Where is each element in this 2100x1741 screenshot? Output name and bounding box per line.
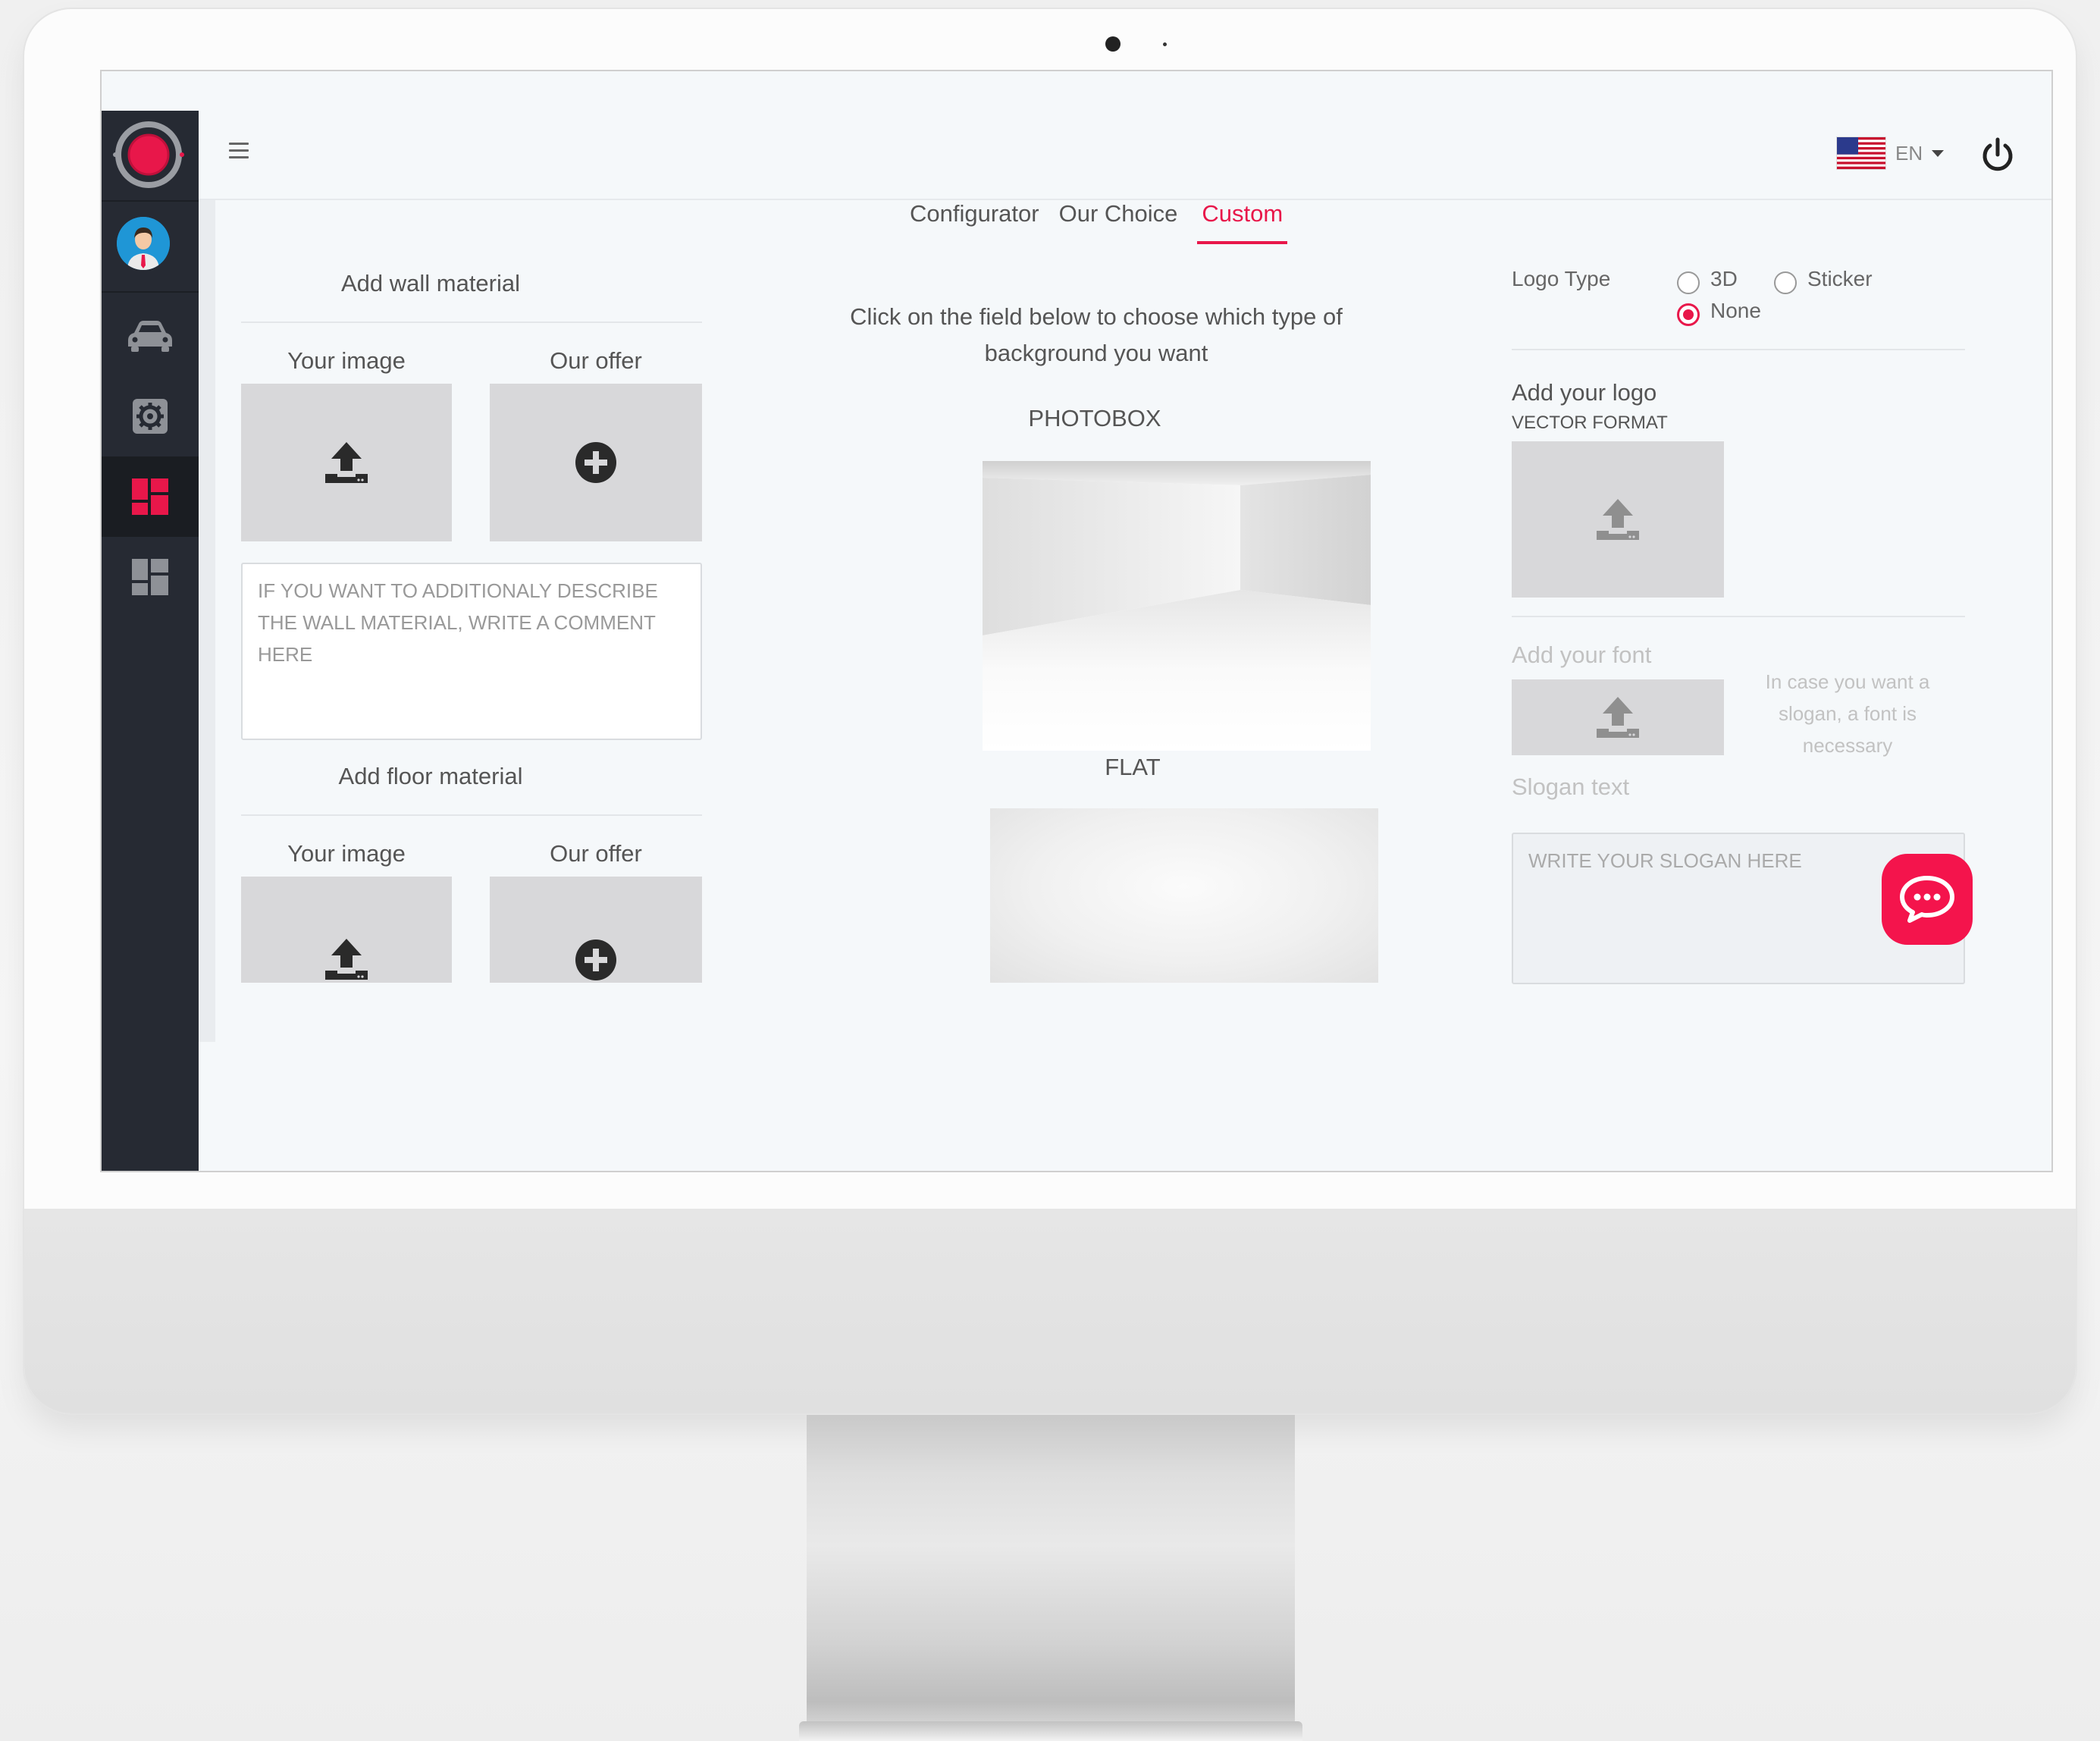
- divider: [241, 322, 702, 323]
- layout-icon: [132, 559, 168, 595]
- floor-offer-tile[interactable]: [490, 877, 702, 983]
- add-font-label: Add your font: [1512, 642, 1652, 668]
- flat-background-option[interactable]: [990, 808, 1378, 983]
- sidebar-item-dashboard[interactable]: [102, 456, 199, 537]
- photobox-label: PHOTOBOX: [1028, 405, 1161, 431]
- wall-material-title: Add wall material: [340, 270, 521, 296]
- logo-type-3d-radio[interactable]: [1677, 271, 1700, 294]
- sidebar: [102, 111, 199, 1171]
- plus-circle-icon: [575, 442, 616, 483]
- floor-material-title: Add floor material: [338, 763, 523, 789]
- font-hint: In case you want a slogan, a font is nec…: [1765, 670, 1930, 757]
- wall-your-image-label: Your image: [287, 347, 406, 374]
- tab-configurator[interactable]: Configurator: [910, 200, 1039, 244]
- top-bar: EN: [199, 111, 2051, 200]
- slogan-text-label: Slogan text: [1512, 773, 1630, 800]
- user-avatar-icon: [117, 217, 170, 270]
- app-logo-icon[interactable]: [112, 118, 185, 191]
- upload-icon: [325, 939, 368, 980]
- tab-bar: Configurator Our Choice Custom: [910, 200, 1288, 244]
- chat-icon: [1900, 876, 1954, 923]
- font-upload-tile[interactable]: [1512, 679, 1724, 755]
- upload-icon: [325, 442, 368, 483]
- settings-icon: [133, 399, 168, 434]
- wall-our-offer-label: Our offer: [550, 347, 642, 374]
- divider: [1512, 349, 1965, 350]
- photobox-background-option[interactable]: [983, 461, 1371, 751]
- monitor-frame: EN Configurator Our Choice Custom Add wa…: [24, 9, 2076, 1413]
- logo-type-sticker-label: Sticker: [1807, 267, 1873, 290]
- monitor-stand: [807, 1415, 1295, 1741]
- sidebar-item-settings[interactable]: [102, 376, 199, 456]
- plus-circle-icon: [575, 940, 616, 980]
- logo-upload-tile[interactable]: [1512, 441, 1724, 598]
- upload-icon: [1597, 697, 1639, 738]
- floor-our-offer-label: Our offer: [550, 840, 642, 867]
- language-code: EN: [1895, 141, 1923, 165]
- photobox-preview: [983, 461, 1371, 751]
- power-icon[interactable]: [1979, 136, 2017, 174]
- tab-our-choice[interactable]: Our Choice: [1059, 200, 1178, 244]
- dashboard-icon: [132, 478, 168, 515]
- wall-offer-tile[interactable]: [490, 384, 702, 541]
- monitor-stand-foot: [799, 1721, 1302, 1741]
- logo-type-label: Logo Type: [1512, 267, 1611, 290]
- floor-upload-tile[interactable]: [241, 877, 452, 983]
- divider: [1512, 616, 1965, 617]
- wall-upload-tile[interactable]: [241, 384, 452, 541]
- us-flag-icon: [1836, 136, 1886, 170]
- vector-format-label: VECTOR FORMAT: [1512, 413, 1668, 433]
- camera: [1105, 36, 1121, 52]
- content-gutter: [199, 200, 215, 1042]
- wall-comment-textarea[interactable]: IF YOU WANT TO ADDITIONALY DESCRIBE THE …: [241, 563, 702, 740]
- monitor-chin: [24, 1209, 2076, 1413]
- logo-type-3d-label: 3D: [1710, 267, 1738, 290]
- camera-sensor: [1163, 42, 1167, 46]
- logo-type-sticker-radio[interactable]: [1774, 271, 1797, 294]
- add-logo-label: Add your logo: [1512, 379, 1657, 406]
- chevron-down-icon: [1932, 149, 1945, 157]
- avatar[interactable]: [117, 217, 170, 270]
- floor-your-image-label: Your image: [287, 840, 406, 867]
- car-icon: [128, 321, 172, 352]
- screen: EN Configurator Our Choice Custom Add wa…: [100, 70, 2053, 1172]
- upload-icon: [1597, 499, 1639, 540]
- logo-type-none-label: None: [1710, 299, 1761, 322]
- background-instruction: Click on the field below to choose which…: [850, 303, 1343, 366]
- divider: [241, 814, 702, 816]
- hamburger-icon[interactable]: [229, 143, 249, 161]
- flat-label: FLAT: [1105, 754, 1161, 780]
- main-content: Configurator Our Choice Custom Add wall …: [199, 200, 2051, 1171]
- chat-button[interactable]: [1882, 854, 1973, 945]
- logo-type-none-radio[interactable]: [1677, 303, 1700, 326]
- sidebar-item-layouts[interactable]: [102, 537, 199, 617]
- sidebar-item-vehicles[interactable]: [102, 296, 199, 376]
- language-selector[interactable]: EN: [1836, 136, 1945, 170]
- tab-custom[interactable]: Custom: [1197, 200, 1288, 244]
